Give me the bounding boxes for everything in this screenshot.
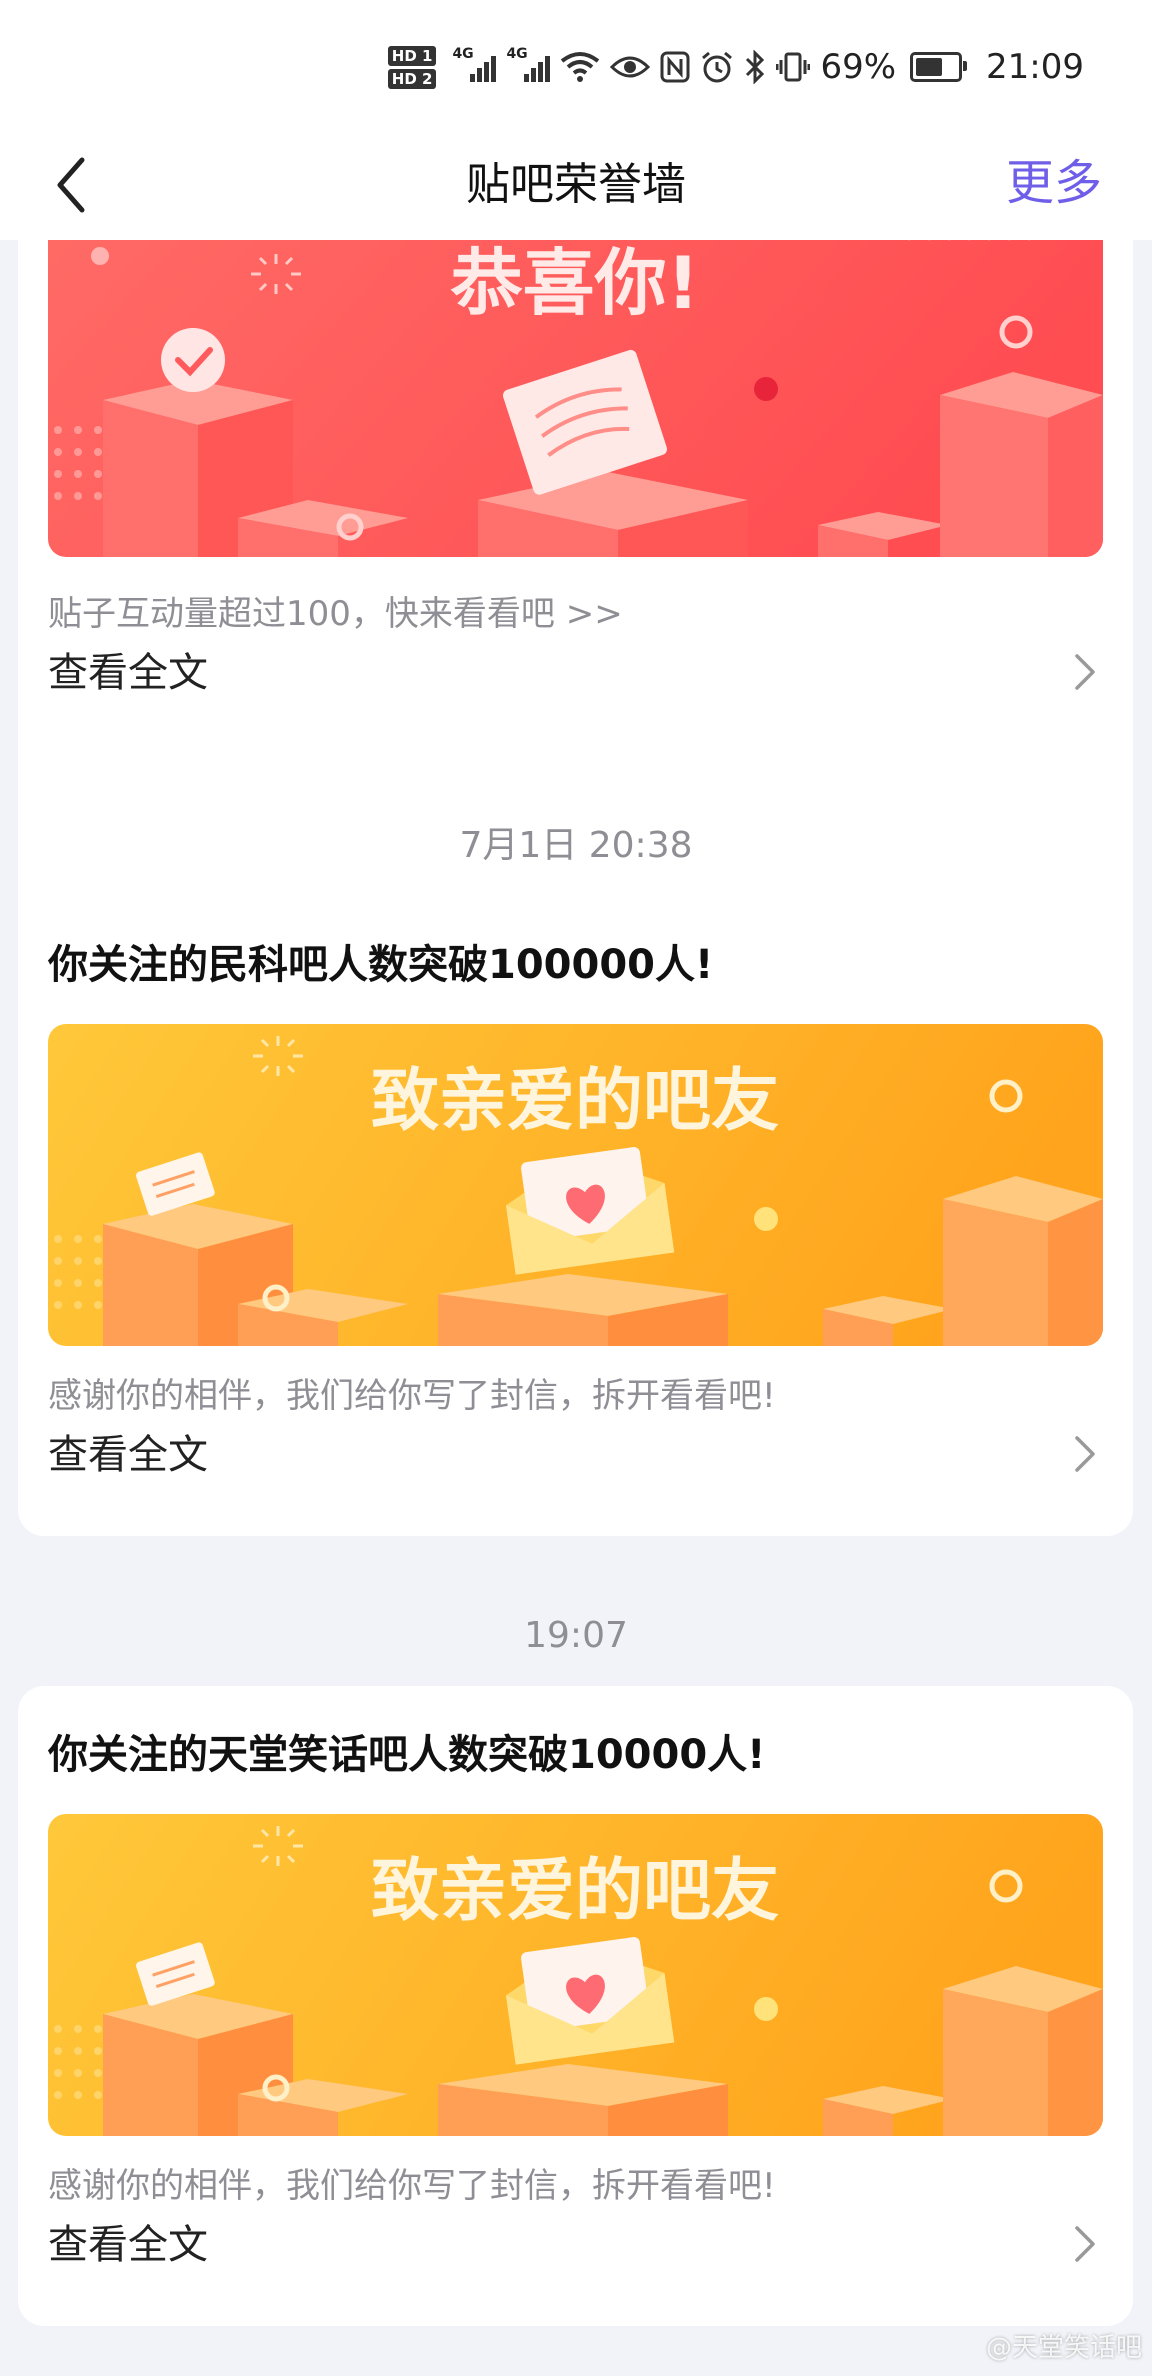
- read-full-text-button[interactable]: 查看全文: [18, 638, 1133, 708]
- card-description: 感谢你的相伴，我们给你写了封信，拆开看看吧!: [48, 2166, 776, 2206]
- watermark: @天堂笑话吧: [985, 2333, 1142, 2363]
- banner-letter[interactable]: 致亲爱的吧友: [48, 1814, 1103, 2136]
- hd1-label: HD 1: [387, 45, 437, 66]
- honor-card: 你关注的天堂笑话吧人数突破10000人! 致亲爱的吧友 感谢你的相伴，我们给你写…: [18, 1686, 1133, 2326]
- eye-icon: [610, 56, 651, 78]
- read-full-text-label: 查看全文: [48, 650, 208, 696]
- nav-bar: 贴吧荣誉墙 更多: [0, 130, 1152, 240]
- banner-congrats[interactable]: 恭喜你!: [48, 240, 1103, 557]
- status-bar: HD 1 HD 2 4G 4G 69% 21:09: [0, 0, 1152, 130]
- read-full-text-label: 查看全文: [48, 2222, 208, 2268]
- signal-icon-2: 4G: [506, 46, 551, 82]
- nfc-icon: [660, 51, 690, 83]
- network-type-2: 4G: [506, 46, 528, 62]
- battery-percent: 69%: [820, 47, 897, 87]
- banner-text: 恭喜你!: [450, 241, 700, 325]
- timestamp: 7月1日 20:38: [459, 825, 693, 866]
- chevron-right-icon: [1075, 654, 1095, 690]
- banner-text: 致亲爱的吧友: [371, 1062, 779, 1141]
- card-description: 感谢你的相伴，我们给你写了封信，拆开看看吧!: [48, 1376, 776, 1416]
- read-full-text-label: 查看全文: [48, 1432, 208, 1478]
- wifi-icon: [561, 52, 600, 82]
- read-full-text-button[interactable]: 查看全文: [18, 1420, 1133, 1490]
- signal-icon-1: 4G: [452, 46, 497, 82]
- banner-letter[interactable]: 致亲爱的吧友: [48, 1024, 1103, 1346]
- vibrate-icon: [776, 52, 811, 82]
- honor-card: 你关注的民科吧人数突破100000人! 致亲爱的吧友 感谢你的相伴，我们给你写了…: [18, 896, 1133, 1536]
- alarm-icon: [702, 51, 733, 83]
- honor-card: 恭喜你! 贴子互动量超过100，快来看看吧 >> 查看全文: [18, 240, 1133, 995]
- banner-text: 致亲爱的吧友: [371, 1852, 779, 1931]
- card-title: 你关注的天堂笑话吧人数突破10000人!: [48, 1732, 766, 1778]
- chevron-right-icon: [1075, 2226, 1095, 2262]
- page-title: 贴吧荣誉墙: [466, 159, 686, 210]
- honor-feed[interactable]: 恭喜你! 贴子互动量超过100，快来看看吧 >> 查看全文 7月1日 20:38…: [0, 240, 1152, 2376]
- battery-icon: [910, 52, 968, 82]
- card-title: 你关注的民科吧人数突破100000人!: [48, 942, 714, 988]
- bluetooth-icon: [746, 50, 765, 84]
- clock: 21:09: [986, 47, 1084, 87]
- hd2-label: HD 2: [387, 68, 437, 89]
- read-full-text-button[interactable]: 查看全文: [18, 2210, 1133, 2280]
- status-icons: HD 1 HD 2 4G 4G 69% 21:09: [387, 42, 1084, 92]
- network-type-1: 4G: [452, 46, 474, 62]
- more-button[interactable]: 更多: [1006, 150, 1102, 216]
- hd-indicator: HD 1 HD 2: [387, 45, 437, 89]
- card-description: 贴子互动量超过100，快来看看吧 >>: [48, 594, 623, 634]
- timestamp: 19:07: [524, 1615, 628, 1656]
- chevron-right-icon: [1075, 1436, 1095, 1472]
